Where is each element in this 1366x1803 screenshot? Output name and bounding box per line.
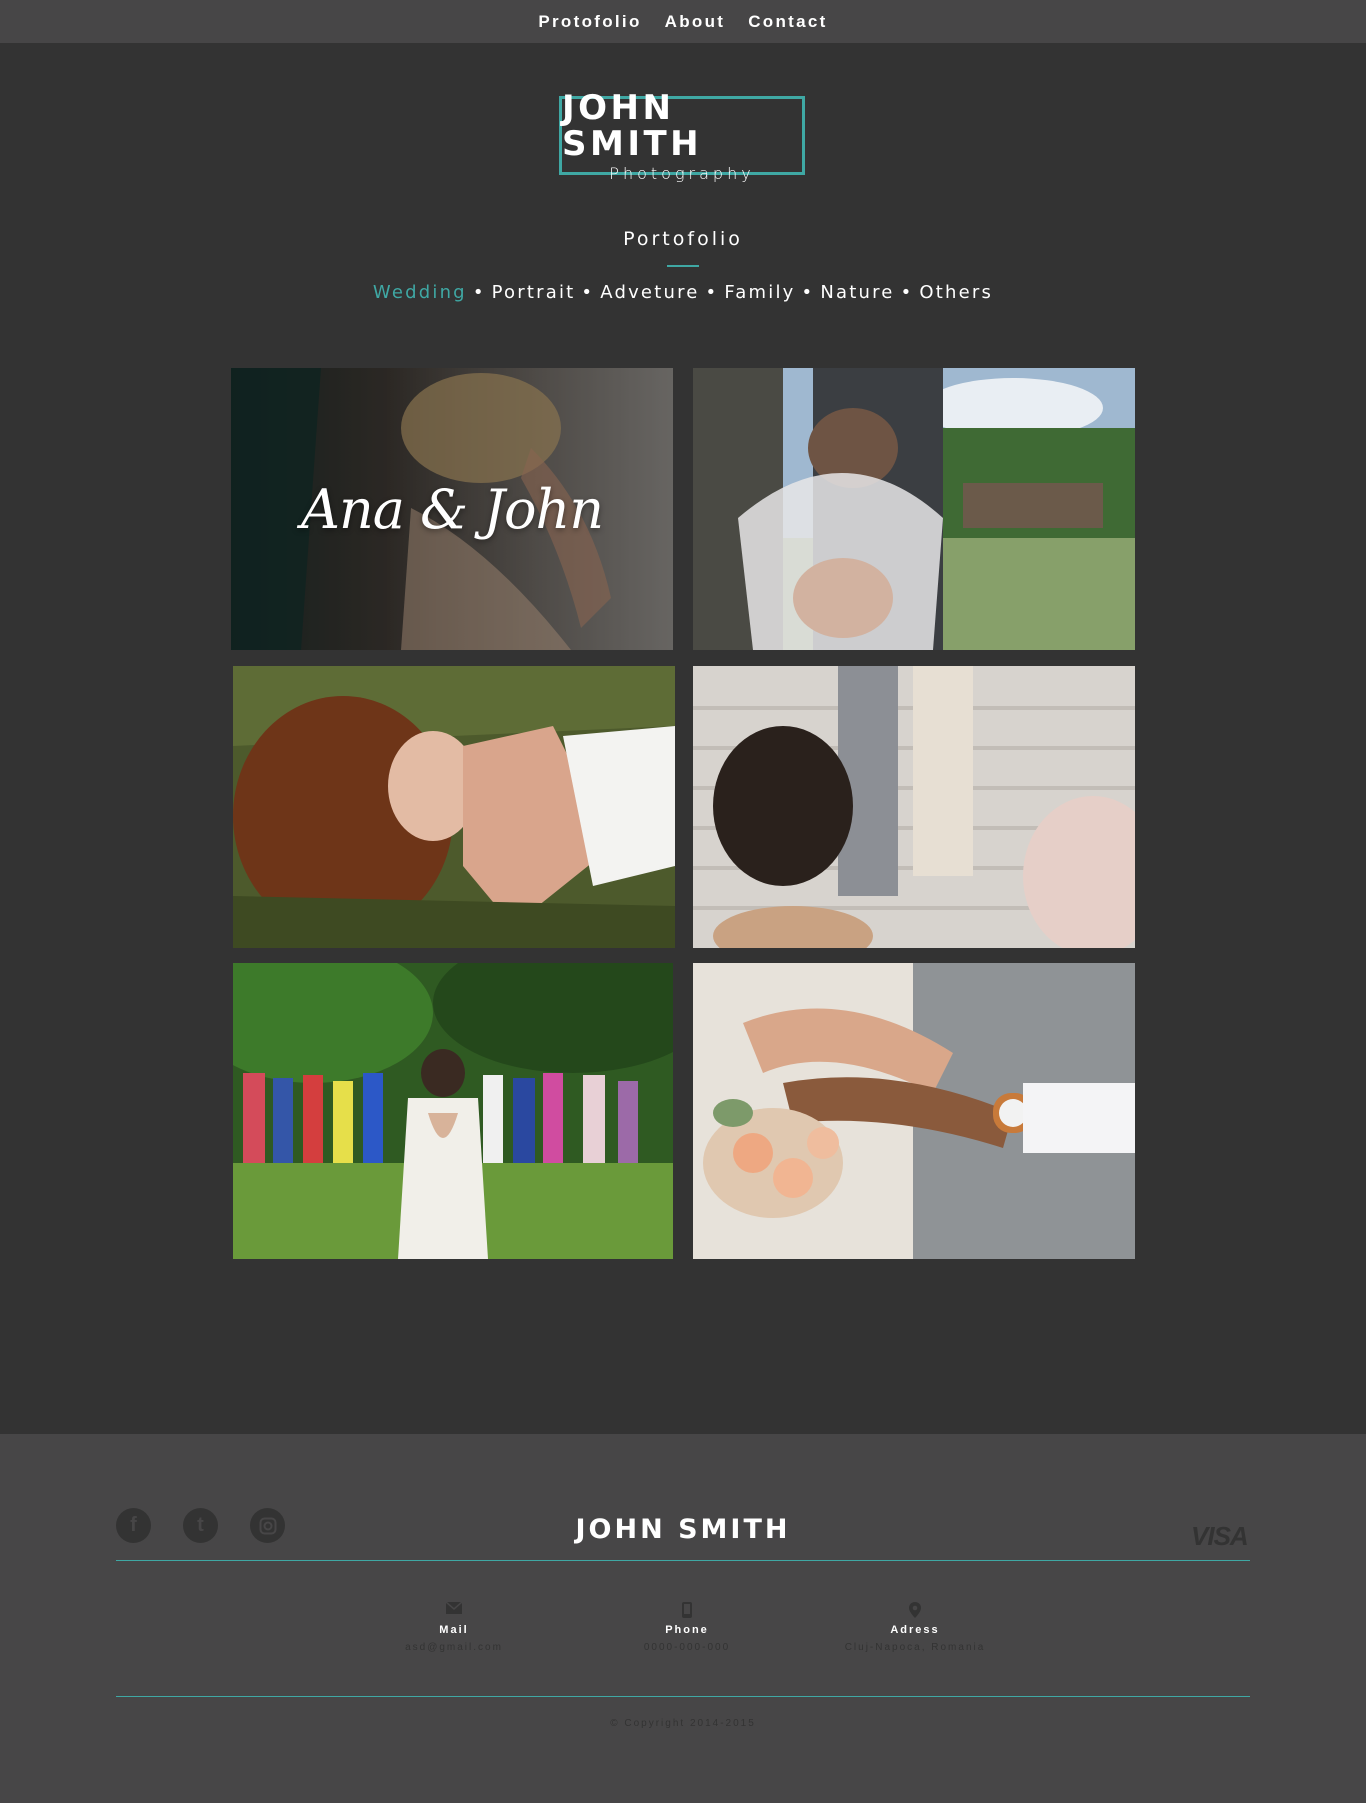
filter-nature[interactable]: Nature	[820, 282, 894, 303]
contact-mail: Mail asd@gmail.com	[364, 1602, 544, 1653]
filter-separator: •	[581, 282, 595, 303]
gallery-photo-bride-getting-ready[interactable]: Ana & John	[231, 368, 673, 650]
photo-couple-embrace	[693, 368, 1135, 650]
contact-phone-value[interactable]: 0000-000-000	[597, 1642, 777, 1653]
photo-gallery: Ana & John	[231, 368, 1135, 1259]
copyright-text: © Copyright 2014-2015	[610, 1718, 756, 1729]
nav-about[interactable]: About	[665, 12, 726, 32]
category-filters: Wedding • Portrait • Adveture • Family • Nature •…	[0, 282, 1366, 303]
contact-address-label: Adress	[890, 1624, 940, 1636]
site-footer: f t JOHN SMITH VISA Mail asd@gmail.com P…	[0, 1434, 1366, 1803]
title-divider	[667, 265, 699, 267]
gallery-photo-stairs-confetti[interactable]	[693, 666, 1135, 948]
filter-separator: •	[900, 282, 914, 303]
contact-mail-label: Mail	[439, 1624, 469, 1636]
contact-phone: Phone 0000-000-000	[597, 1602, 777, 1653]
site-logo[interactable]: JOHN SMITH Photography	[559, 90, 805, 183]
filter-family[interactable]: Family	[724, 282, 795, 303]
contact-mail-value[interactable]: asd@gmail.com	[364, 1642, 544, 1653]
location-icon	[825, 1602, 1005, 1618]
filter-others[interactable]: Others	[919, 282, 993, 303]
photo-stairs-confetti	[693, 666, 1135, 948]
section-title: Portofolio	[623, 228, 743, 250]
top-nav: Protofolio About Contact	[0, 0, 1366, 43]
nav-portfolio[interactable]: Protofolio	[538, 12, 641, 32]
footer-brand-name: JOHN SMITH	[575, 1514, 791, 1545]
logo-subtitle: Photography	[609, 163, 755, 183]
filter-separator: •	[801, 282, 815, 303]
photo-bride-grass	[233, 666, 675, 948]
filter-wedding[interactable]: Wedding	[373, 282, 467, 303]
photo-hands-rings	[693, 963, 1135, 1259]
gallery-photo-couple-embrace[interactable]	[693, 368, 1135, 650]
footer-divider-bottom	[116, 1696, 1250, 1697]
visa-logo: VISA	[1191, 1521, 1249, 1551]
filter-portrait[interactable]: Portrait	[492, 282, 576, 303]
nav-contact[interactable]: Contact	[748, 12, 827, 32]
footer-divider-top	[116, 1560, 1250, 1561]
mail-icon	[364, 1602, 544, 1618]
gallery-caption: Ana & John	[300, 477, 604, 541]
filter-adventure[interactable]: Adveture	[600, 282, 699, 303]
filter-separator: •	[705, 282, 719, 303]
contact-address-value: Cluj-Napoca, Romania	[844, 1642, 986, 1653]
gallery-photo-garden-guests[interactable]	[233, 963, 673, 1259]
photo-garden-guests	[233, 963, 673, 1259]
contact-address: Adress Cluj-Napoca, Romania	[825, 1602, 1005, 1653]
phone-icon	[597, 1602, 777, 1618]
filter-separator: •	[472, 282, 486, 303]
gallery-photo-bride-grass[interactable]	[233, 666, 675, 948]
gallery-photo-hands-rings[interactable]	[693, 963, 1135, 1259]
logo-name: JOHN SMITH	[562, 87, 703, 164]
contact-phone-label: Phone	[665, 1624, 709, 1636]
